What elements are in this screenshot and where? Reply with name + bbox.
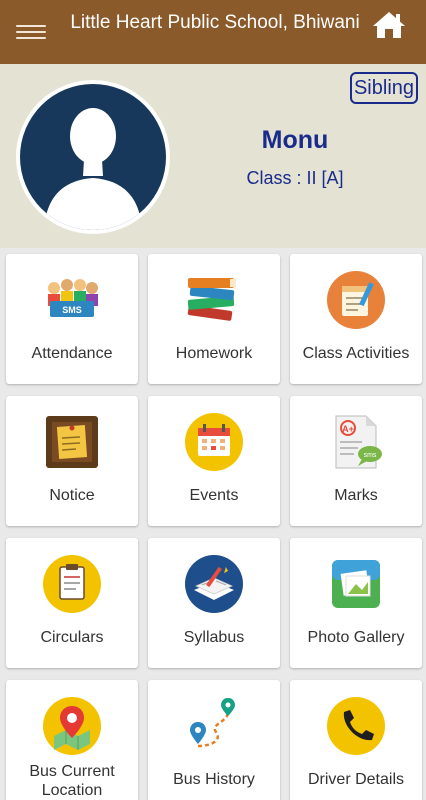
menu-label: Events — [189, 487, 239, 504]
menu-tile-attendance[interactable]: SMS Attendance — [6, 254, 138, 384]
menu-tile-notice[interactable]: Notice — [6, 396, 138, 526]
school-title: Little Heart Public School, Bhiwani — [70, 12, 360, 33]
home-icon[interactable] — [370, 10, 408, 40]
photo-icon — [324, 552, 388, 616]
menu-grid: SMS Attendance Homework Class Activities… — [0, 248, 426, 800]
menu-tile-driver-details[interactable]: Driver Details — [290, 680, 422, 800]
menu-tile-photo-gallery[interactable]: Photo Gallery — [290, 538, 422, 668]
menu-tile-marks[interactable]: A+ sms Marks — [290, 396, 422, 526]
svg-text:SMS: SMS — [62, 305, 82, 315]
menu-label: Driver Details — [307, 771, 404, 788]
notebook-icon — [324, 268, 388, 332]
svg-text:A+: A+ — [342, 424, 354, 434]
calendar-icon — [182, 410, 246, 474]
menu-label: Homework — [175, 345, 253, 362]
menu-tile-circulars[interactable]: Circulars — [6, 538, 138, 668]
notice-board-icon — [40, 410, 104, 474]
hamburger-menu-icon[interactable] — [16, 20, 50, 44]
menu-label: Notice — [49, 487, 95, 504]
map-pin-icon — [40, 694, 104, 758]
svg-text:sms: sms — [364, 452, 377, 459]
route-icon — [182, 694, 246, 758]
menu-tile-bus-current-location[interactable]: Bus Current Location — [6, 680, 138, 800]
app-header: Little Heart Public School, Bhiwani — [0, 0, 426, 64]
student-class: Class : II [A] — [246, 168, 344, 188]
document-icon — [40, 552, 104, 616]
menu-label: Class Activities — [302, 345, 410, 362]
books-icon — [182, 268, 246, 332]
menu-label: Circulars — [40, 629, 104, 646]
menu-label: Syllabus — [183, 629, 245, 646]
menu-tile-class-activities[interactable]: Class Activities — [290, 254, 422, 384]
phone-icon — [324, 694, 388, 758]
menu-tile-homework[interactable]: Homework — [148, 254, 280, 384]
avatar — [16, 80, 170, 234]
marksheet-icon: A+ sms — [324, 410, 388, 474]
sibling-button[interactable]: Sibling — [350, 72, 418, 104]
attendance-icon: SMS — [40, 268, 104, 332]
menu-label: Attendance — [31, 345, 113, 362]
menu-tile-events[interactable]: Events — [148, 396, 280, 526]
menu-label: Marks — [334, 487, 378, 504]
student-profile: Sibling Monu Class : II [A] — [0, 64, 426, 248]
menu-label: Bus Current Location — [29, 763, 115, 799]
menu-tile-syllabus[interactable]: Syllabus — [148, 538, 280, 668]
menu-label: Photo Gallery — [307, 629, 405, 646]
open-book-icon — [182, 552, 246, 616]
menu-label: Bus History — [173, 771, 255, 788]
menu-tile-bus-history[interactable]: Bus History — [148, 680, 280, 800]
student-name: Monu — [261, 126, 329, 154]
